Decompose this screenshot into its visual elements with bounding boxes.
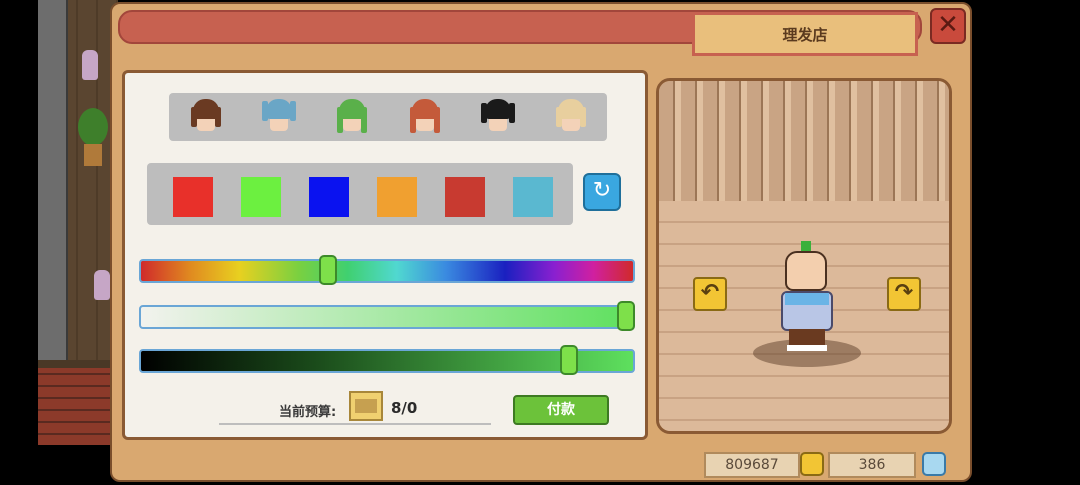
gold-coin-icon bbox=[800, 452, 824, 476]
color-swatch-orange[interactable] bbox=[377, 177, 417, 217]
game-world-background bbox=[38, 0, 118, 445]
color-swatch-dark-red[interactable] bbox=[445, 177, 485, 217]
saturation-slider[interactable] bbox=[139, 301, 635, 331]
pay-button[interactable]: 付款 bbox=[513, 395, 609, 425]
character-preview: ↶ ↷ bbox=[656, 78, 952, 434]
saturation-slider-thumb[interactable] bbox=[617, 301, 635, 331]
brightness-slider[interactable] bbox=[139, 345, 635, 375]
budget-label: 当前预算: bbox=[279, 405, 337, 420]
bottle-decoration bbox=[82, 50, 98, 80]
close-button[interactable]: ✕ bbox=[930, 8, 966, 44]
bottle-decoration bbox=[94, 270, 110, 300]
customization-panel: ↻ 当前预算: 8/0 付款 bbox=[122, 70, 648, 440]
color-swatch-red[interactable] bbox=[173, 177, 213, 217]
hair-style-option[interactable] bbox=[408, 97, 442, 137]
window-title: 理发店 bbox=[692, 12, 918, 56]
hair-style-option[interactable] bbox=[261, 97, 296, 137]
hair-style-option[interactable] bbox=[554, 97, 588, 137]
budget-value: 8/0 bbox=[391, 399, 418, 417]
potted-plant bbox=[78, 108, 108, 168]
hair-style-option[interactable] bbox=[189, 97, 223, 137]
color-swatch-row bbox=[147, 163, 573, 225]
rotate-right-button[interactable]: ↷ bbox=[887, 277, 921, 311]
color-swatch-cyan[interactable] bbox=[513, 177, 553, 217]
character-sprite bbox=[753, 241, 861, 371]
barber-shop-window: 理发店 ✕ ↻ 当前预算: 8/0 付款 ↶ ↷ 809687 386 bbox=[110, 2, 972, 482]
hair-style-selector bbox=[169, 93, 607, 141]
hue-slider[interactable] bbox=[139, 255, 635, 285]
gem-icon bbox=[922, 452, 946, 476]
brightness-slider-thumb[interactable] bbox=[560, 345, 579, 375]
pillar bbox=[38, 0, 68, 360]
rotate-left-icon: ↶ bbox=[700, 280, 720, 305]
hair-style-option[interactable] bbox=[335, 97, 369, 137]
color-swatch-green[interactable] bbox=[241, 177, 281, 217]
budget-divider bbox=[219, 423, 491, 425]
hair-style-option[interactable] bbox=[480, 97, 515, 137]
color-swatch-blue[interactable] bbox=[309, 177, 349, 217]
rotate-right-icon: ↷ bbox=[894, 280, 914, 305]
gem-amount: 386 bbox=[828, 452, 916, 478]
refresh-icon: ↻ bbox=[592, 178, 612, 203]
brick-floor bbox=[38, 368, 118, 445]
gold-amount: 809687 bbox=[704, 452, 800, 478]
refresh-button[interactable]: ↻ bbox=[583, 173, 621, 211]
room-backdrop bbox=[659, 81, 949, 211]
rotate-left-button[interactable]: ↶ bbox=[693, 277, 727, 311]
close-icon: ✕ bbox=[937, 10, 959, 40]
ticket-icon bbox=[349, 391, 383, 421]
hue-slider-thumb[interactable] bbox=[318, 255, 337, 285]
